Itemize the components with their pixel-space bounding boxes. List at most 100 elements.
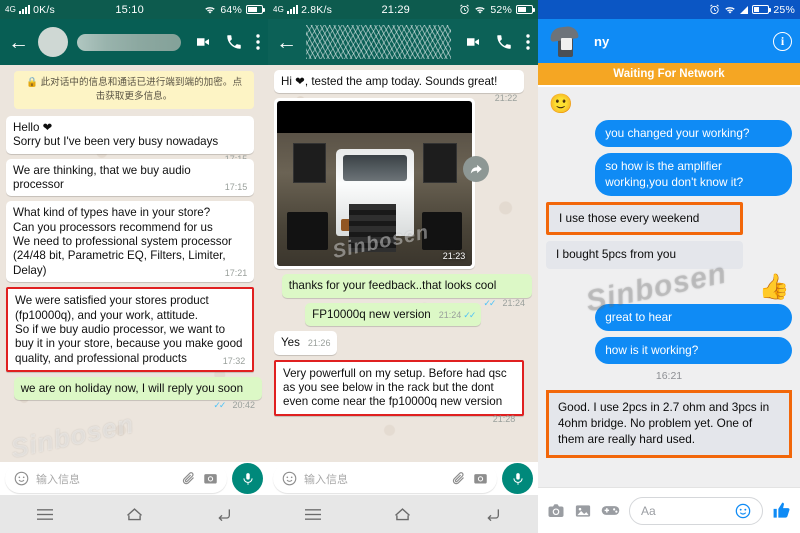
wifi-icon (725, 6, 736, 13)
network-type-label: 4G (5, 5, 17, 14)
message-time: 17:21 (224, 267, 248, 278)
message-list[interactable]: 🔒 此对话中的信息和通话已进行端到端的加密。点击获取更多信息。 Hello ❤ … (0, 65, 268, 462)
emoji-smiley-icon[interactable] (735, 503, 751, 519)
video-call-icon[interactable] (194, 33, 212, 51)
message-list[interactable]: 🙂 you changed your working? so how is th… (538, 87, 800, 487)
video-call-icon[interactable] (464, 33, 482, 51)
phone-call-icon[interactable] (225, 33, 243, 51)
chat-header: ← (268, 19, 538, 65)
message-list[interactable]: Hi ❤, tested the amp today. Sounds great… (268, 65, 538, 462)
contact-name-redacted[interactable] (77, 33, 181, 51)
android-nav-bar (268, 495, 538, 533)
watermark: Sinbosen (8, 408, 137, 462)
battery-icon (752, 5, 772, 14)
message-time: 21:22 (494, 93, 518, 104)
message-bubble[interactable]: Yes 21:26 (274, 331, 338, 355)
status-bar: 4G 2.8K/s 21:29 52% (268, 0, 538, 19)
status-left: 4G 0K/s (5, 4, 55, 16)
thumbs-up-icon[interactable] (772, 501, 791, 520)
camera-icon[interactable] (473, 471, 488, 486)
forward-arrow-icon[interactable] (463, 156, 490, 183)
voice-record-button[interactable] (502, 463, 533, 494)
phone-screen-whatsapp-right: 4G 2.8K/s 21:29 52% ← Hi ❤, tested the a… (268, 0, 538, 533)
message-bubble-highlighted[interactable]: We were satisfied your stores product (f… (6, 287, 255, 373)
chat-header: ← (0, 19, 268, 65)
message-bubble-highlighted[interactable]: Good. I use 2pcs in 2.7 ohm and 3pcs in … (546, 390, 792, 458)
photo-van-with-speakers[interactable]: Sinbosen 21:23 (277, 101, 473, 267)
message-placeholder: Aa (641, 503, 656, 518)
emoji-icon[interactable] (14, 471, 29, 486)
recents-menu-icon[interactable] (304, 508, 321, 521)
info-circle-icon[interactable]: i (773, 31, 792, 51)
message-bubble[interactable]: thanks for your feedback..that looks coo… (281, 274, 532, 308)
wifi-icon (205, 6, 216, 13)
message-time: 21:24 (438, 309, 462, 320)
emoji-icon[interactable] (282, 471, 297, 486)
back-nav-icon[interactable] (485, 507, 501, 521)
microphone-icon (242, 472, 253, 485)
voice-record-button[interactable] (232, 463, 263, 494)
battery-icon (516, 5, 535, 14)
home-icon[interactable] (394, 507, 411, 521)
read-receipt-icon: ✓✓ (463, 309, 476, 320)
alarm-clock-icon (710, 4, 720, 15)
thumbs-up-sticker[interactable]: 👍 (546, 274, 790, 300)
attachment-clip-icon[interactable] (181, 471, 196, 486)
wifi-icon (475, 6, 486, 13)
signal-bars-icon (19, 5, 31, 14)
redacted-avatar[interactable] (546, 25, 586, 57)
message-bubble-highlighted[interactable]: Very powerfull on my setup. Before had q… (274, 359, 525, 424)
screenshot-collage: 4G 0K/s 15:10 64% ← 🔒 此对话中的信息和通话已进行端到端的加 (0, 0, 800, 533)
message-text: we are on holiday now, I will reply you … (20, 382, 244, 396)
message-input-field[interactable]: 输入信息 (273, 464, 497, 493)
photo-message-bubble[interactable]: Sinbosen 21:23 (274, 98, 490, 270)
data-speed-label: 0K/s (33, 3, 55, 16)
camera-icon[interactable] (203, 471, 218, 486)
message-input-field[interactable]: Aa (629, 496, 763, 525)
message-bubble-highlighted[interactable]: I use those every weekend (546, 201, 743, 236)
camera-icon[interactable] (547, 502, 565, 520)
message-bubble[interactable]: you changed your working? (595, 120, 792, 148)
message-bubble[interactable]: Hello ❤ Sorry but I've been very busy no… (6, 115, 255, 164)
status-right: 64% (204, 4, 265, 16)
message-bubble[interactable]: great to hear (595, 303, 792, 331)
message-bubble[interactable]: we are on holiday now, I will reply you … (13, 377, 262, 410)
data-speed-label: 2.8K/s (301, 3, 333, 16)
read-receipt-icon: ✓✓ (483, 297, 496, 308)
message-text: thanks for your feedback..that looks coo… (288, 279, 497, 293)
contact-name-redacted[interactable] (306, 25, 451, 59)
alarm-clock-icon (460, 4, 470, 15)
home-icon[interactable] (126, 507, 143, 521)
phone-call-icon[interactable] (495, 33, 513, 51)
contact-name[interactable]: ny (594, 34, 765, 49)
avatar[interactable] (38, 27, 68, 57)
message-bubble[interactable]: What kind of types have in your store? C… (6, 201, 255, 283)
message-composer: 输入信息 (0, 462, 268, 495)
chat-header: ny i (538, 19, 800, 63)
attachment-clip-icon[interactable] (451, 471, 466, 486)
recents-menu-icon[interactable] (36, 508, 53, 521)
message-time: 17:32 (222, 355, 246, 366)
message-bubble[interactable]: Hi ❤, tested the amp today. Sounds great… (274, 70, 525, 103)
message-bubble[interactable]: so how is the amplifier working,you don'… (595, 153, 792, 196)
network-status-banner: Waiting For Network (538, 63, 800, 85)
message-bubble[interactable]: FP10000q new version 21:24 ✓✓ (305, 302, 482, 327)
game-controller-icon[interactable] (601, 503, 620, 518)
back-arrow-icon[interactable]: ← (276, 32, 297, 53)
back-nav-icon[interactable] (216, 507, 232, 521)
status-left: 4G 2.8K/s (273, 4, 332, 16)
back-arrow-icon[interactable]: ← (8, 32, 29, 53)
message-bubble[interactable]: We are thinking, that we buy audio proce… (6, 158, 255, 197)
encryption-notice[interactable]: 🔒 此对话中的信息和通话已进行端到端的加密。点击获取更多信息。 (14, 71, 254, 109)
message-bubble[interactable]: I bought 5pcs from you (546, 241, 743, 269)
signal-triangle-icon (740, 5, 749, 14)
phone-screen-messenger: 25% ny i Waiting For Network 🙂 you chang… (538, 0, 800, 533)
message-bubble[interactable]: how is it working? (595, 336, 792, 365)
emoji-sticker[interactable]: 🙂 (549, 95, 792, 114)
battery-icon (246, 5, 265, 14)
overflow-menu-icon[interactable] (256, 33, 260, 51)
microphone-icon (512, 472, 523, 485)
message-input-field[interactable]: 输入信息 (5, 464, 227, 493)
gallery-image-icon[interactable] (574, 502, 592, 520)
overflow-menu-icon[interactable] (526, 33, 530, 51)
